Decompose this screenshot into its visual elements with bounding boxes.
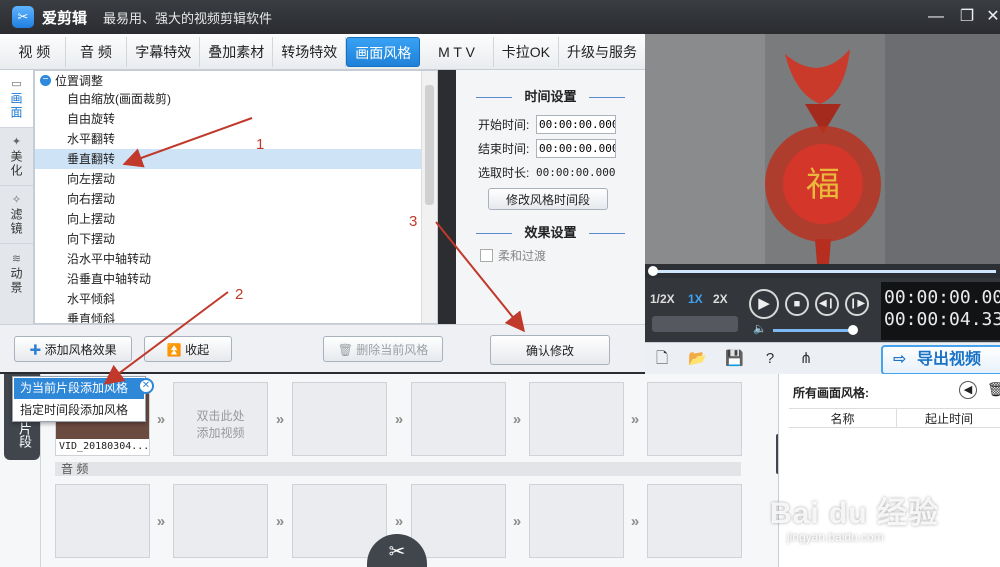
watermark-url: jingyan.baidu.com <box>787 530 884 544</box>
annotation-arrow <box>435 221 526 333</box>
annotation-number: 3 <box>409 213 418 230</box>
annotation-arrow <box>122 117 253 168</box>
watermark-brand: Bai du 经验 <box>770 497 940 530</box>
annotation-number: 2 <box>235 286 244 303</box>
annotation-number: 1 <box>256 136 265 153</box>
annotation-overlay <box>103 117 526 385</box>
annotation-arrow <box>103 291 229 385</box>
